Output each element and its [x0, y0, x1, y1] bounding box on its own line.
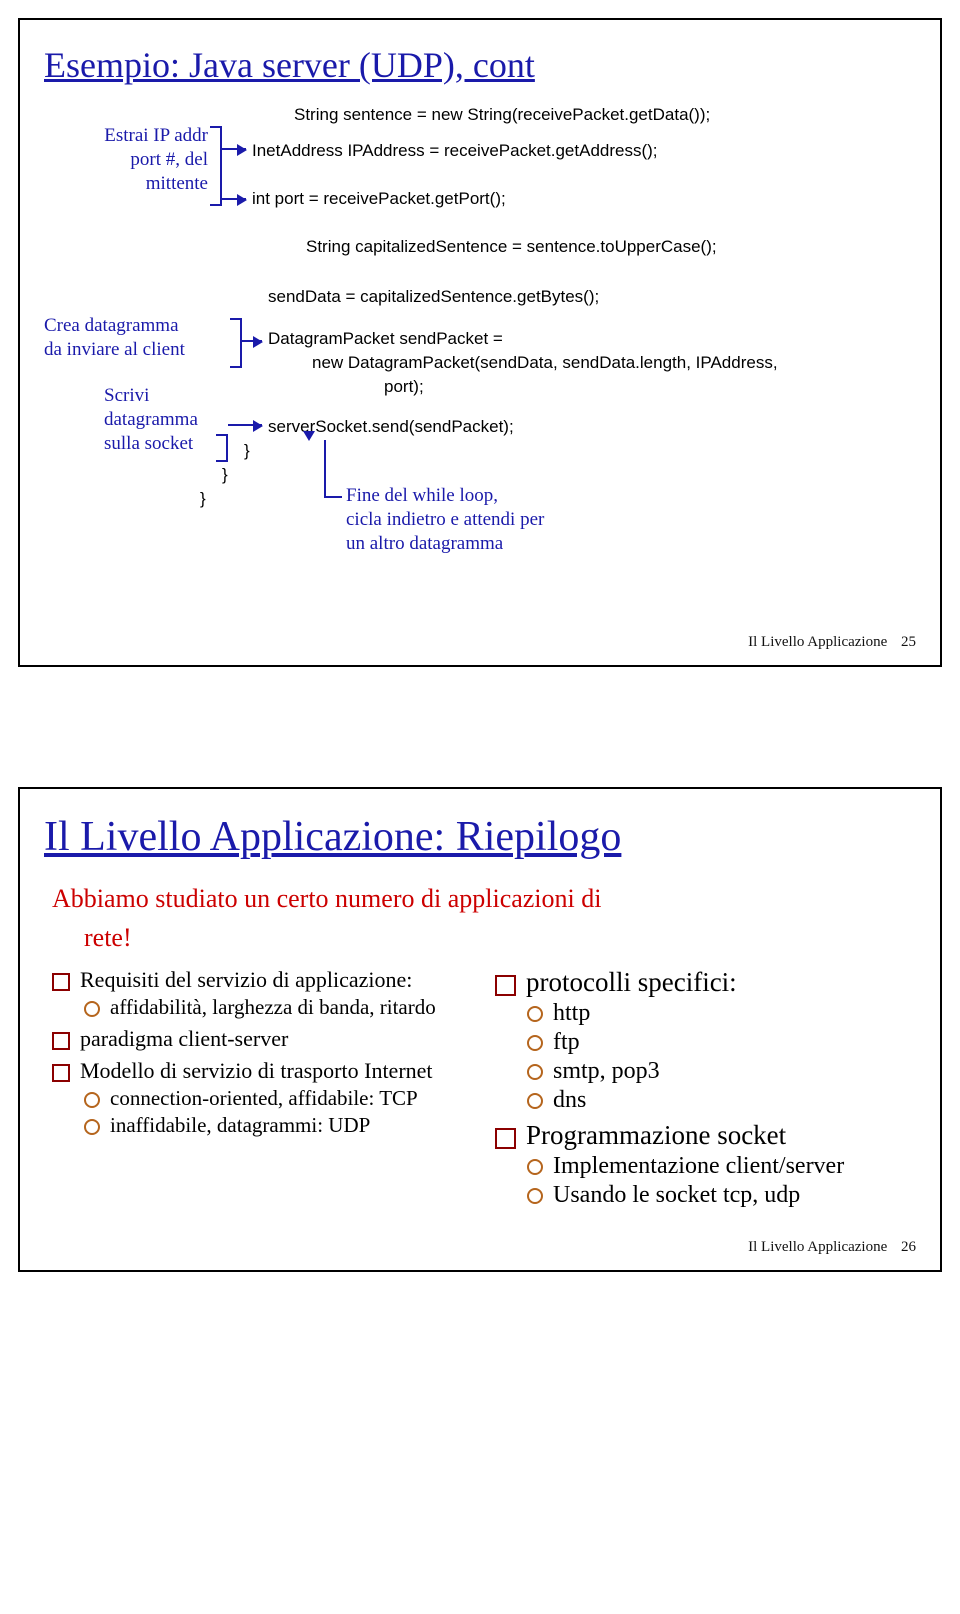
code-line: String capitalizedSentence = sentence.to…	[306, 236, 717, 259]
bullet-icon	[527, 1093, 543, 1109]
annotation-extract: Estrai IP addr port #, del mittente	[48, 124, 208, 195]
subbullet-usando: Usando le socket tcp, udp	[527, 1182, 908, 1209]
bullet-icon	[527, 1159, 543, 1175]
subbullet-impl: Implementazione client/server	[527, 1153, 908, 1180]
bracket-create	[230, 318, 242, 368]
slide-footer: Il Livello Applicazione 25	[44, 634, 916, 651]
annotation-write: Scrivi datagramma sulla socket	[104, 384, 198, 455]
bullet-paradigma: paradigma client-server	[52, 1026, 465, 1052]
bullet-icon	[495, 975, 516, 996]
annotation-loop: Fine del while loop, cicla indietro e at…	[346, 484, 544, 555]
bullet-text: ftp	[553, 1029, 580, 1056]
subbullet-tcp: connection-oriented, affidabile: TCP	[84, 1086, 465, 1111]
bullet-text: inaffidabile, datagrammi: UDP	[110, 1113, 370, 1138]
slide-title: Esempio: Java server (UDP), cont	[44, 44, 916, 86]
bullet-protocolli: protocolli specifici:	[495, 967, 908, 998]
bullet-icon	[527, 1006, 543, 1022]
bullet-icon	[52, 1032, 70, 1050]
bullet-text: Implementazione client/server	[553, 1153, 844, 1180]
code-brace: }	[200, 488, 206, 511]
bullet-icon	[527, 1064, 543, 1080]
subbullet-http: http	[527, 1000, 908, 1027]
subbullet-affidabilita: affidabilità, larghezza di banda, ritard…	[84, 995, 465, 1020]
bullet-text: protocolli specifici:	[526, 967, 737, 998]
bullet-text: Programmazione socket	[526, 1120, 786, 1151]
subtitle-line1: Abbiamo studiato un certo numero di appl…	[52, 883, 916, 914]
bullet-requisiti: Requisiti del servizio di applicazione:	[52, 967, 465, 993]
code-line: new DatagramPacket(sendData, sendData.le…	[312, 352, 778, 375]
bullet-modello: Modello di servizio di trasporto Interne…	[52, 1058, 465, 1084]
bullet-text: Modello di servizio di trasporto Interne…	[80, 1058, 433, 1084]
bracket-write	[216, 434, 228, 462]
bullet-text: Usando le socket tcp, udp	[553, 1182, 800, 1209]
code-line: InetAddress IPAddress = receivePacket.ge…	[252, 140, 658, 163]
bullet-icon	[52, 1064, 70, 1082]
arrow-create	[242, 340, 262, 342]
bullet-text: affidabilità, larghezza di banda, ritard…	[110, 995, 436, 1020]
bullet-icon	[84, 1001, 100, 1017]
bullet-text: connection-oriented, affidabile: TCP	[110, 1086, 418, 1111]
arrow-extract-1	[222, 148, 246, 150]
bullet-icon	[527, 1188, 543, 1204]
footer-text: Il Livello Applicazione	[748, 634, 887, 650]
annotation-create: Crea datagramma da inviare al client	[44, 314, 185, 362]
slide-25: Esempio: Java server (UDP), cont Estrai …	[18, 18, 942, 667]
page-number: 25	[901, 634, 916, 650]
bullet-text: dns	[553, 1087, 586, 1114]
code-line: port);	[384, 376, 424, 399]
bracket-extract	[210, 126, 222, 206]
bullet-icon	[84, 1092, 100, 1108]
subbullet-dns: dns	[527, 1087, 908, 1114]
subbullet-smtp: smtp, pop3	[527, 1058, 908, 1085]
code-brace: }	[244, 440, 250, 463]
arrow-write	[228, 424, 262, 426]
page-number: 26	[901, 1239, 916, 1255]
bullet-text: smtp, pop3	[553, 1058, 660, 1085]
bullet-programmazione: Programmazione socket	[495, 1120, 908, 1151]
code-brace: }	[222, 464, 228, 487]
code-line: DatagramPacket sendPacket =	[268, 328, 503, 351]
left-column: Requisiti del servizio di applicazione: …	[52, 961, 465, 1211]
slide-footer: Il Livello Applicazione 26	[44, 1239, 916, 1256]
bracket-loop	[324, 440, 342, 498]
bullet-icon	[52, 973, 70, 991]
arrow-extract-2	[222, 198, 246, 200]
bullet-text: Requisiti del servizio di applicazione:	[80, 967, 412, 993]
bullet-text: paradigma client-server	[80, 1026, 288, 1052]
slide-body: Estrai IP addr port #, del mittente Stri…	[44, 104, 916, 624]
right-column: protocolli specifici: http ftp smtp, pop…	[495, 961, 908, 1211]
code-line: String sentence = new String(receivePack…	[294, 104, 710, 127]
footer-text: Il Livello Applicazione	[748, 1239, 887, 1255]
code-line: int port = receivePacket.getPort();	[252, 188, 506, 211]
subbullet-ftp: ftp	[527, 1029, 908, 1056]
slide-title: Il Livello Applicazione: Riepilogo	[44, 813, 916, 861]
bullet-icon	[495, 1128, 516, 1149]
columns: Requisiti del servizio di applicazione: …	[44, 961, 916, 1211]
bullet-text: http	[553, 1000, 590, 1027]
slide-26: Il Livello Applicazione: Riepilogo Abbia…	[18, 787, 942, 1272]
subbullet-udp: inaffidabile, datagrammi: UDP	[84, 1113, 465, 1138]
subtitle-line2: rete!	[84, 922, 916, 953]
code-line: sendData = capitalizedSentence.getBytes(…	[268, 286, 599, 309]
bullet-icon	[527, 1035, 543, 1051]
bullet-icon	[84, 1119, 100, 1135]
